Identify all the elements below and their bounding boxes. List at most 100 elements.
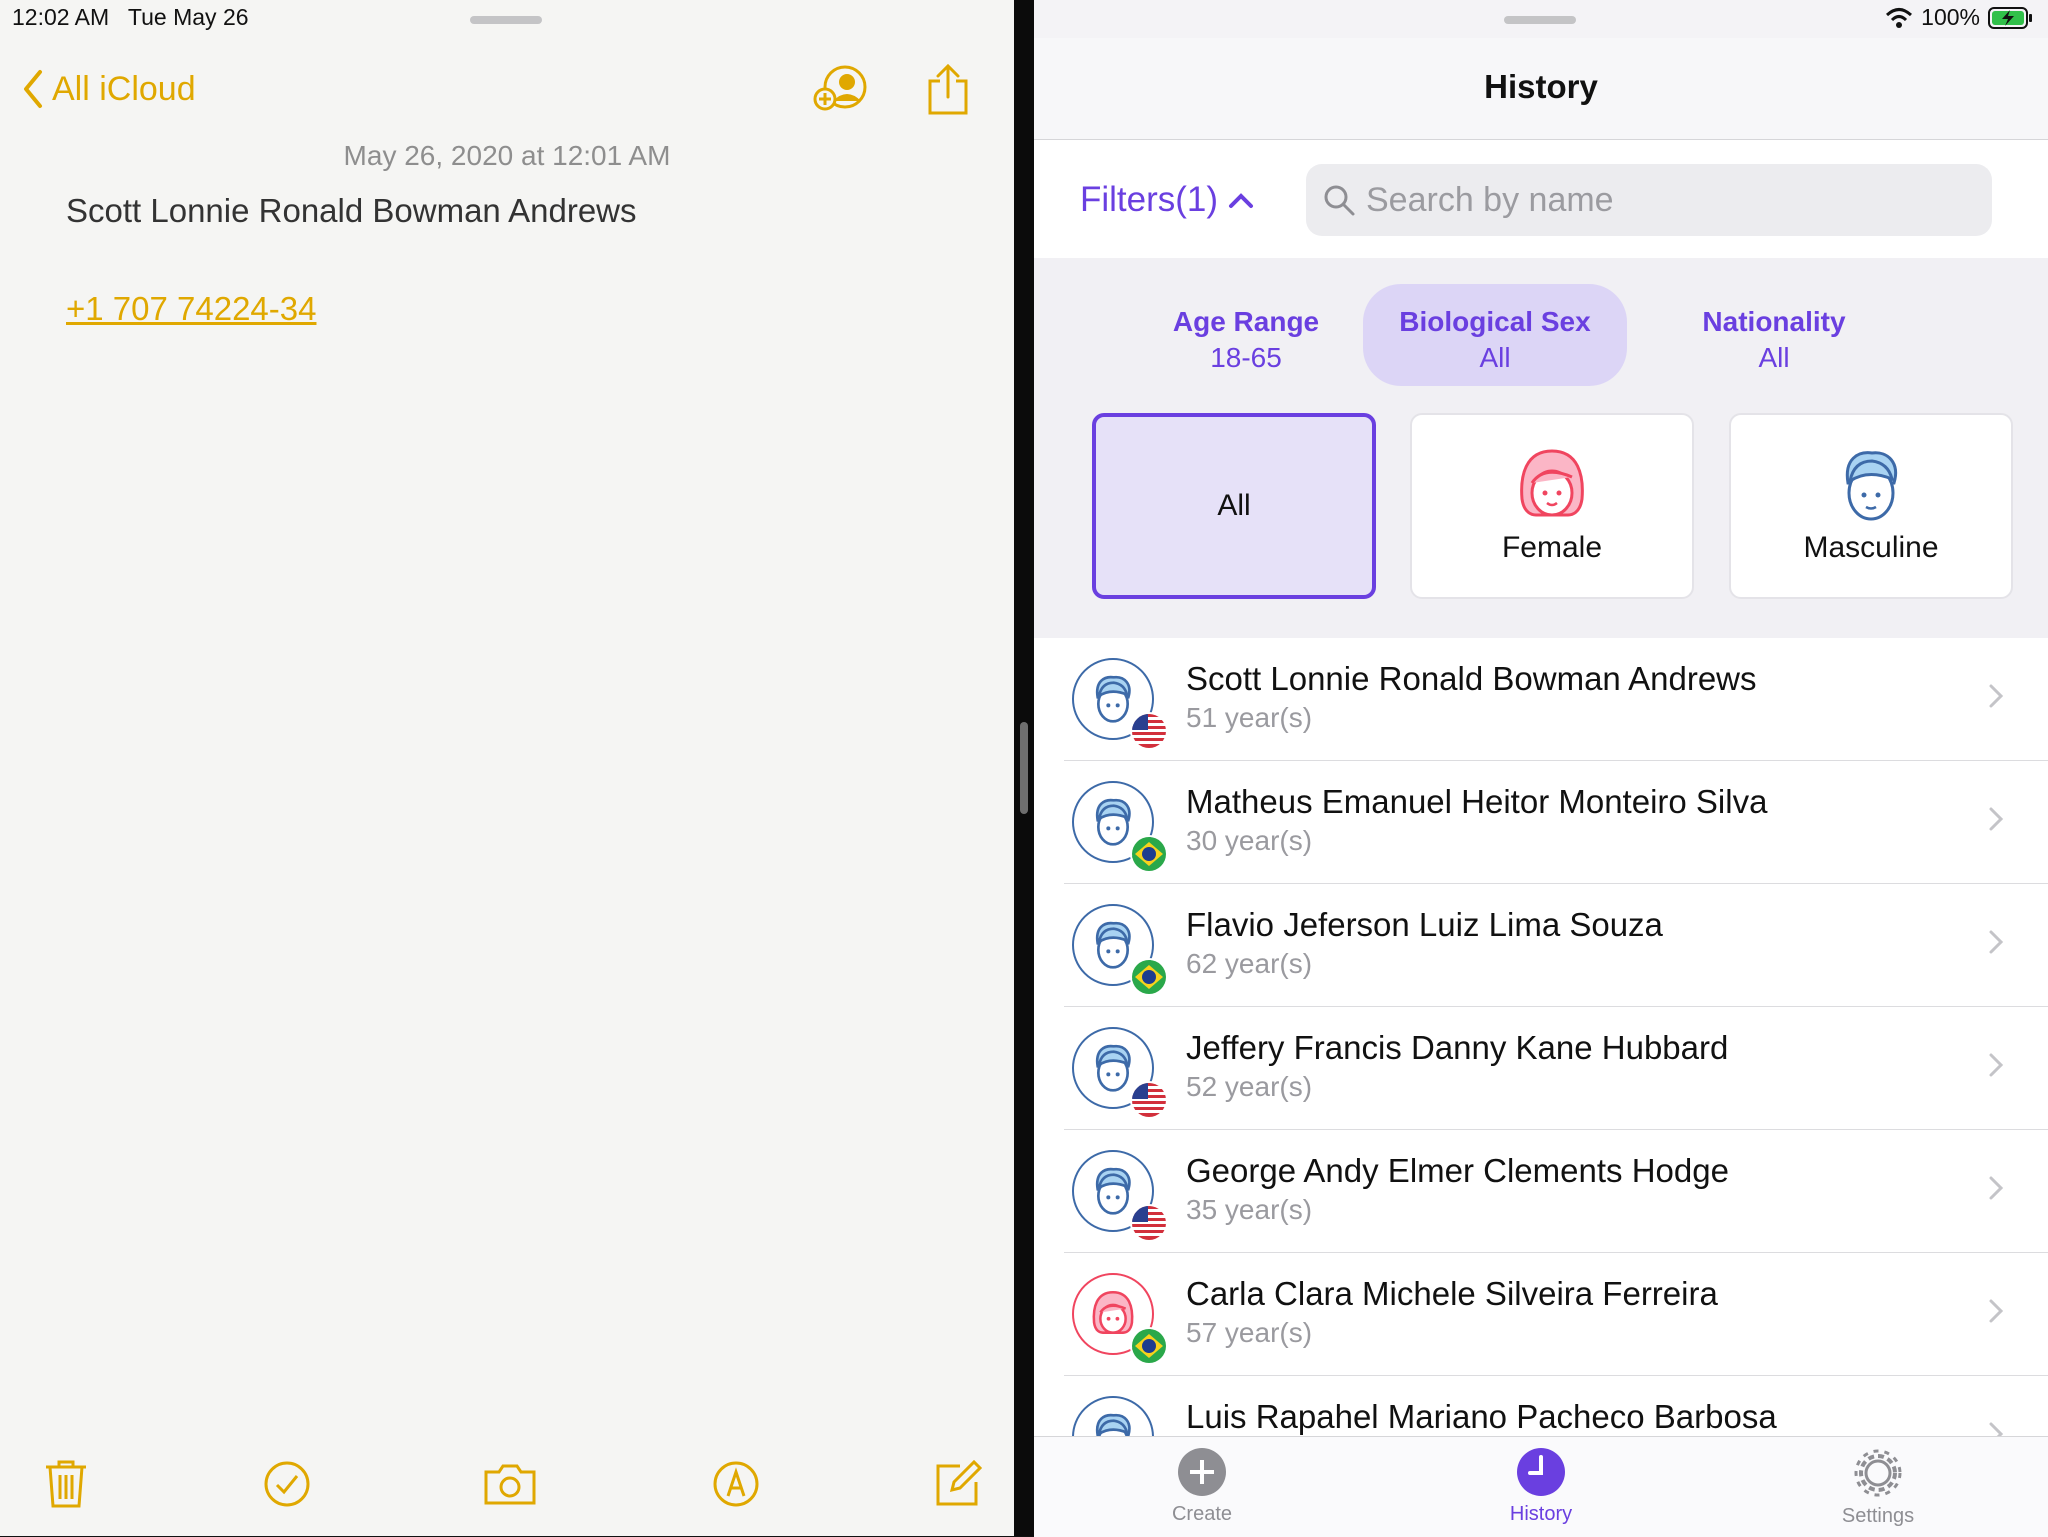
split-view-divider[interactable] bbox=[1014, 0, 1034, 1536]
us-flag-icon bbox=[1130, 1204, 1168, 1242]
chevron-right-icon bbox=[1989, 1176, 2004, 1200]
brazil-flag-icon bbox=[1130, 835, 1168, 873]
avatar bbox=[1072, 781, 1168, 873]
male-face-icon bbox=[1095, 921, 1131, 969]
brazil-flag-icon bbox=[1130, 958, 1168, 996]
multitasking-grabber[interactable] bbox=[1504, 16, 1576, 24]
compose-button[interactable] bbox=[928, 1454, 988, 1514]
male-face-icon bbox=[1095, 1413, 1131, 1436]
person-age: 30 year(s) bbox=[1186, 825, 1313, 856]
filter-panel: Age Range 18-65 Biological Sex All Natio… bbox=[1034, 258, 2048, 638]
tab-create[interactable]: Create bbox=[1102, 1447, 1302, 1533]
us-flag-icon bbox=[1130, 1081, 1168, 1119]
page-title: History bbox=[1484, 68, 1598, 105]
history-row[interactable]: George Andy Elmer Clements Hodge 35 year(… bbox=[1034, 1130, 2048, 1253]
chevron-right-icon bbox=[1989, 1053, 2004, 1077]
sex-option-all[interactable]: All bbox=[1092, 413, 1376, 599]
avatar bbox=[1072, 1396, 1154, 1436]
filter-tab-nationality[interactable]: Nationality All bbox=[1642, 284, 1906, 386]
tab-bar: Create History Settings bbox=[1034, 1436, 2048, 1537]
chevron-right-icon bbox=[1989, 930, 2004, 954]
app-pane: 100% History Filters(1) Search by name A… bbox=[1034, 0, 2048, 1537]
chevron-right-icon bbox=[1989, 684, 2004, 708]
battery-percent: 100% bbox=[1921, 4, 1980, 30]
female-face-icon bbox=[1520, 449, 1584, 517]
gear-icon bbox=[1854, 1449, 1902, 1497]
history-row[interactable]: Jeffery Francis Danny Kane Hubbard 52 yea… bbox=[1034, 1007, 2048, 1130]
sex-option-label: Female bbox=[1501, 531, 1603, 564]
checklist-icon bbox=[264, 1461, 310, 1507]
history-row[interactable]: Carla Clara Michele Silveira Ferreira 57 … bbox=[1034, 1253, 2048, 1376]
history-row[interactable]: Scott Lonnie Ronald Bowman Andrews 51 yea… bbox=[1034, 638, 2048, 761]
person-name: George Andy Elmer Clements Hodge bbox=[1186, 1152, 1729, 1189]
history-row[interactable]: Luis Rapahel Mariano Pacheco Barbosa bbox=[1034, 1376, 2048, 1436]
history-row[interactable]: Flavio Jeferson Luiz Lima Souza 62 year(s… bbox=[1034, 884, 2048, 1007]
tab-label: Settings bbox=[1841, 1505, 1915, 1527]
person-name: Scott Lonnie Ronald Bowman Andrews bbox=[1186, 660, 1757, 697]
notes-pane: 12:02 AM Tue May 26 All iCloud May 26, 2… bbox=[0, 0, 1014, 1536]
avatar bbox=[1072, 1273, 1168, 1365]
sex-option-female[interactable]: Female bbox=[1410, 413, 1694, 599]
filter-tab-age-range[interactable]: Age Range 18-65 bbox=[1114, 284, 1378, 386]
sex-option-label: All bbox=[1217, 489, 1251, 522]
male-face-icon bbox=[1095, 1167, 1131, 1215]
person-age: 51 year(s) bbox=[1186, 702, 1313, 733]
us-flag-icon bbox=[1130, 712, 1168, 750]
chevron-right-icon bbox=[1989, 1422, 2004, 1436]
camera-icon bbox=[484, 1464, 536, 1505]
filter-tab-title: Biological Sex bbox=[1399, 306, 1591, 337]
camera-button[interactable] bbox=[480, 1454, 540, 1514]
wifi-icon bbox=[1886, 7, 1913, 28]
filters-label: Filters(1) bbox=[1080, 180, 1219, 219]
sex-option-masculine[interactable]: Masculine bbox=[1729, 413, 2013, 599]
clock-icon bbox=[1517, 1448, 1565, 1496]
compose-icon bbox=[936, 1460, 982, 1506]
filter-tab-value: All bbox=[1479, 342, 1511, 373]
chevron-right-icon bbox=[1989, 807, 2004, 831]
history-row[interactable]: Matheus Emanuel Heitor Monteiro Silva 30 … bbox=[1034, 761, 2048, 884]
filter-tab-value: 18-65 bbox=[1210, 342, 1282, 373]
multitasking-grabber[interactable] bbox=[470, 16, 542, 24]
share-icon bbox=[928, 63, 968, 115]
markup-icon bbox=[713, 1461, 759, 1507]
person-name: Matheus Emanuel Heitor Monteiro Silva bbox=[1186, 783, 1768, 820]
share-button[interactable] bbox=[918, 60, 978, 120]
search-icon bbox=[1324, 185, 1355, 216]
add-people-button[interactable] bbox=[812, 60, 872, 120]
nav-bar: History bbox=[1034, 38, 2048, 140]
male-face-icon bbox=[1845, 451, 1897, 521]
search-field[interactable]: Search by name bbox=[1306, 164, 1992, 236]
checklist-button[interactable] bbox=[257, 1454, 317, 1514]
chevron-right-icon bbox=[1989, 1299, 2004, 1323]
tab-history[interactable]: History bbox=[1441, 1447, 1641, 1533]
person-name: Luis Rapahel Mariano Pacheco Barbosa bbox=[1186, 1398, 1777, 1435]
phone-link[interactable]: +1 707 74224-34 bbox=[66, 290, 316, 328]
avatar bbox=[1072, 658, 1168, 750]
avatar bbox=[1072, 1150, 1168, 1242]
history-list: Scott Lonnie Ronald Bowman Andrews 51 yea… bbox=[1034, 638, 2048, 1436]
brazil-flag-icon bbox=[1130, 1327, 1168, 1365]
tab-settings[interactable]: Settings bbox=[1778, 1447, 1978, 1533]
divider-handle[interactable] bbox=[1020, 722, 1028, 814]
filter-tab-biological-sex[interactable]: Biological Sex All bbox=[1363, 284, 1627, 386]
add-person-icon bbox=[813, 65, 867, 111]
person-name: Flavio Jeferson Luiz Lima Souza bbox=[1186, 906, 1663, 943]
male-face-icon bbox=[1095, 798, 1131, 846]
delete-button[interactable] bbox=[36, 1454, 96, 1514]
filter-tab-title: Nationality bbox=[1702, 306, 1846, 337]
markup-button[interactable] bbox=[706, 1454, 766, 1514]
person-name: Jeffery Francis Danny Kane Hubbard bbox=[1186, 1029, 1729, 1066]
avatar bbox=[1072, 904, 1168, 996]
plus-circle-icon bbox=[1178, 1448, 1226, 1496]
sex-option-label: Masculine bbox=[1803, 531, 1939, 564]
note-date: May 26, 2020 at 12:01 AM bbox=[343, 140, 671, 171]
person-age: 57 year(s) bbox=[1186, 1317, 1313, 1348]
filters-toggle-button[interactable]: Filters(1) bbox=[1080, 178, 1254, 222]
filter-tab-title: Age Range bbox=[1172, 306, 1320, 337]
person-age: 52 year(s) bbox=[1186, 1071, 1313, 1102]
tab-label: History bbox=[1509, 1503, 1573, 1525]
back-button[interactable]: All iCloud bbox=[22, 64, 196, 114]
male-face-icon bbox=[1095, 1044, 1131, 1092]
note-text[interactable]: Scott Lonnie Ronald Bowman Andrews bbox=[66, 192, 637, 230]
battery-charging-icon bbox=[1988, 6, 2032, 29]
